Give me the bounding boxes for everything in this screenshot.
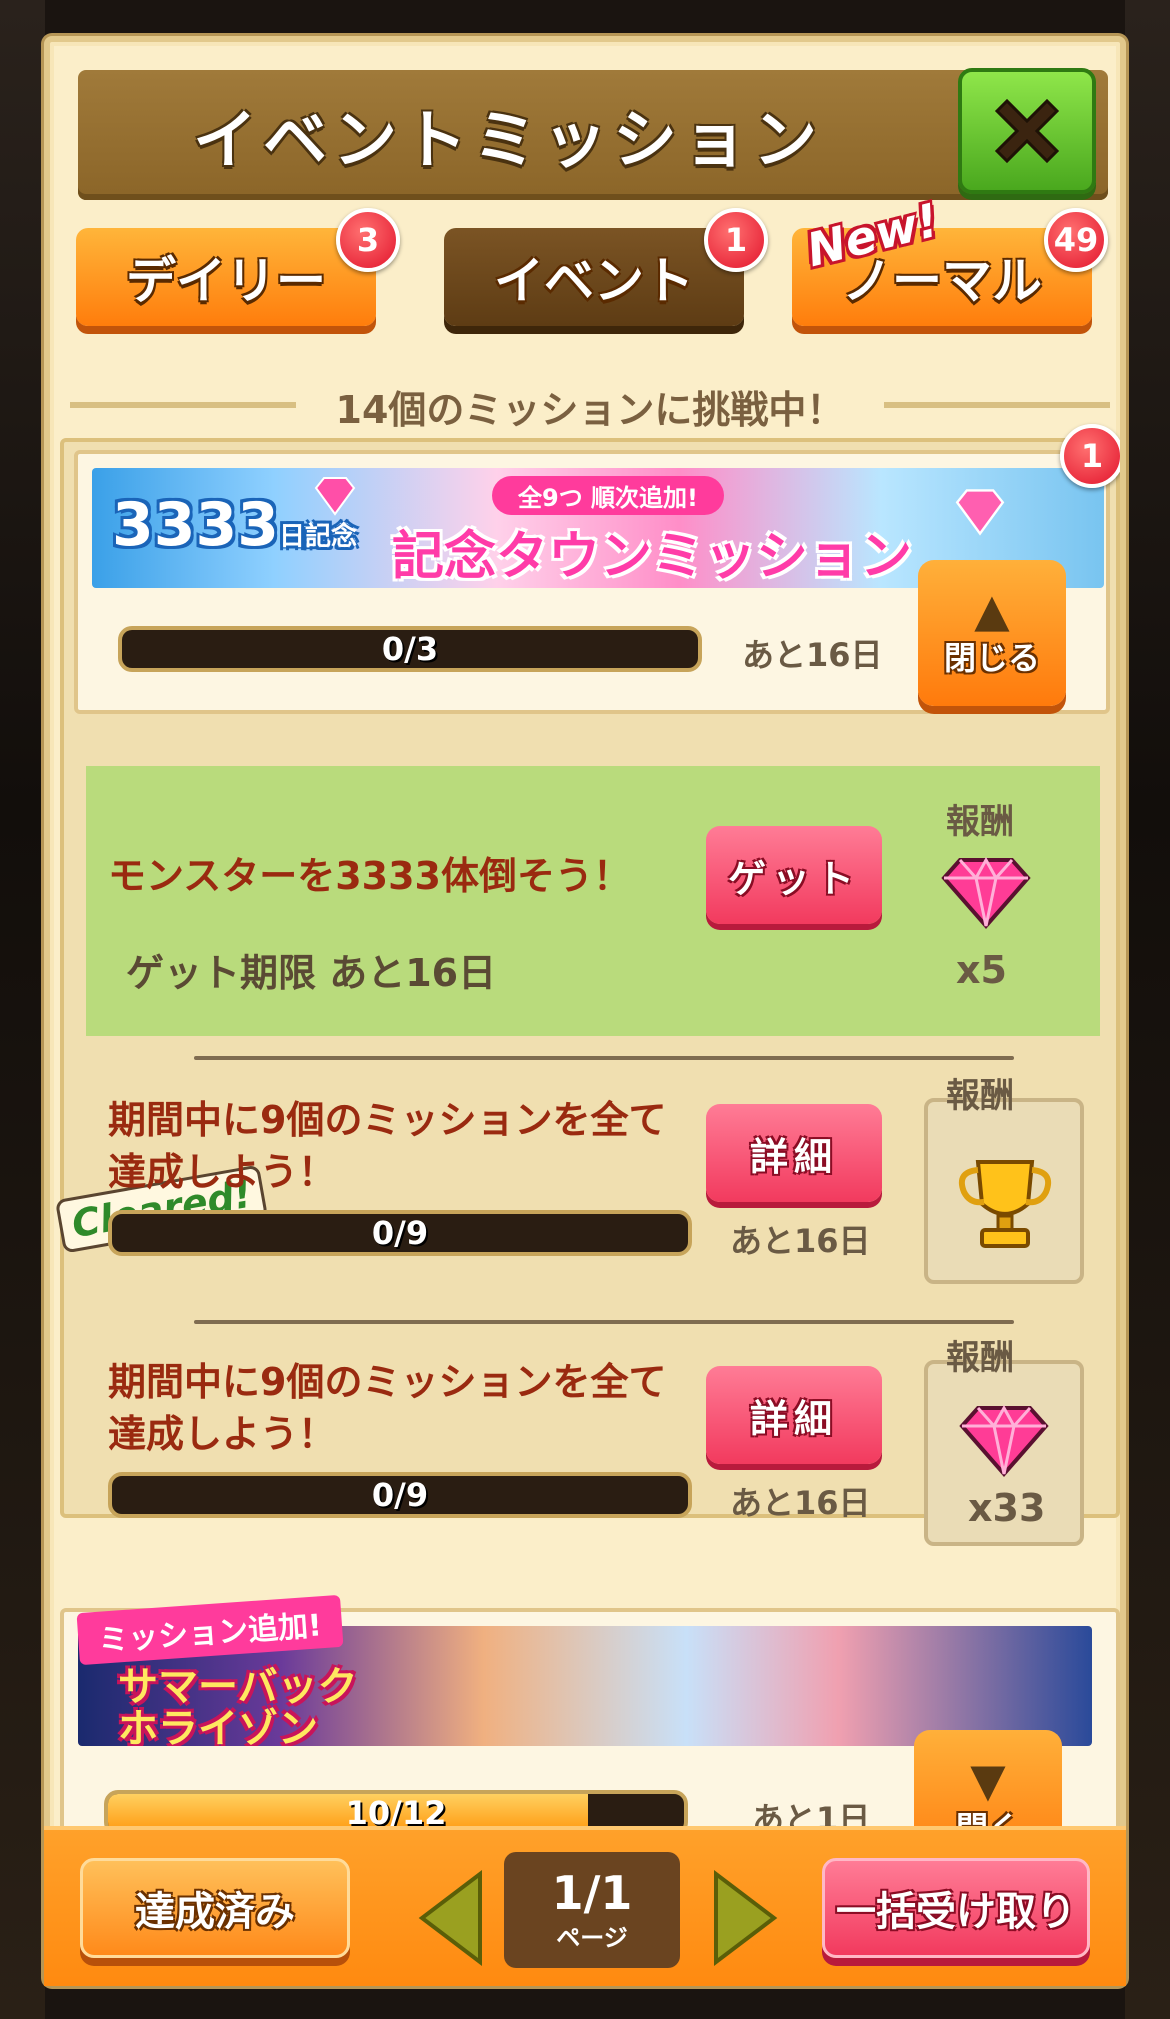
reward-box[interactable]: x33 [924,1360,1084,1546]
banner-tag: 全9つ 順次追加! [492,476,724,515]
mission-title-line2: 達成しよう！ [108,1412,337,1456]
mission-row: 期間中に9個のミッションを全て 達成しよう！ 詳細 0/9 あと16日 x33 … [86,1330,1100,1560]
progress-text: 0/3 [381,630,439,668]
tab-daily-badge: 3 [336,208,400,272]
bottom-bar: 達成済み 1/1 ページ 一括受け取り [44,1826,1126,1986]
remaining-time: あと16日 [742,636,883,674]
summary-text: 14個のミッションに挑戦中！ [295,378,885,434]
summary-ribbon: 14個のミッションに挑戦中！ [70,368,1110,444]
mission-title-line1: 期間中に9個のミッションを全て [108,1360,667,1404]
mission-deadline: ゲット期限 あと16日 [126,951,497,995]
mission-title-line2: 達成しよう！ [108,1150,337,1194]
progress-text: 0/9 [371,1476,429,1514]
page-title: イベントミッション [193,104,823,178]
gem-icon [959,1404,1049,1478]
background-left [0,0,45,2019]
reward-label: 報酬 [946,1076,1014,1116]
gem-icon [941,856,1031,930]
page-label: ページ [556,1923,628,1952]
tab-event-badge: 1 [704,208,768,272]
details-button[interactable]: 詳細 [706,1366,882,1464]
mission-row: 期間中に9個のミッションを全て 達成しよう！ 詳細 0/9 あと16日 報酬 [86,1068,1100,1308]
mission-panel: イベントミッション デイリー 3 イベント 1 ノーマル New! 49 14個… [44,36,1126,1986]
banner-title: 記念タウンミッション [392,527,913,587]
tab-daily[interactable]: デイリー [76,228,376,326]
event-card-anniversary: 3333日記念 全9つ 順次追加! 記念タウンミッション 0/3 あと16日 ▲… [54,424,1120,1546]
tab-daily-label: デイリー [126,252,326,310]
collapse-button[interactable]: ▲ 閉じる [918,560,1066,706]
collect-all-label: 一括受け取り [836,1889,1076,1935]
banner-title-line2: ホライゾン [118,1706,318,1746]
completed-button[interactable]: 達成済み [80,1858,350,1958]
gem-icon [955,489,1005,536]
close-icon [994,98,1060,164]
mission-title: 期間中に9個のミッションを全て 達成しよう！ [108,1356,666,1460]
mission-title-line1: 期間中に9個のミッションを全て [108,1098,667,1142]
collapse-label: 閉じる [943,639,1040,677]
banner-title: サマーバック ホライゾン [118,1666,358,1746]
trophy-icon [958,1160,1052,1248]
tab-normal-badge: 49 [1044,208,1108,272]
collect-all-button[interactable]: 一括受け取り [822,1858,1090,1958]
remaining-time: あと16日 [730,1222,871,1260]
tab-event-label: イベント [494,252,694,310]
background-right [1125,0,1170,2019]
gem-icon [314,477,356,516]
triangle-up-icon: ▲ [974,583,1010,637]
divider [194,1320,1014,1324]
triangle-down-icon: ▼ [970,1753,1006,1807]
mission-row-cleared: 報酬 モンスターを3333体倒そう！ ゲット期限 あと16日 ゲット x5 [86,766,1100,1036]
progress-text: 0/9 [371,1214,429,1252]
details-label: 詳細 [749,1134,838,1179]
details-label: 詳細 [749,1396,838,1441]
reward-label: 報酬 [946,1338,1014,1378]
prev-page-icon[interactable] [416,1870,486,1966]
reward-label: 報酬 [946,802,1014,842]
banner-logo-number: 3333 [112,490,279,560]
title-bar: イベントミッション [78,70,1108,200]
get-reward-label: ゲット [727,856,860,901]
mission-title: モンスターを3333体倒そう！ [108,854,632,898]
banner-title-line1: サマーバック [118,1664,358,1710]
mission-progress-bar: 0/9 [108,1472,692,1518]
divider [194,1056,1014,1060]
reward-quantity: x5 [956,948,1007,992]
details-button[interactable]: 詳細 [706,1104,882,1202]
page-indicator: 1/1 ページ [504,1852,680,1968]
tab-event[interactable]: イベント [444,228,744,326]
mission-progress-bar: 0/9 [108,1210,692,1256]
close-button[interactable] [958,68,1096,194]
event-card-header: 3333日記念 全9つ 順次追加! 記念タウンミッション 0/3 あと16日 ▲… [74,450,1110,714]
banner-logo-suffix: 日記念 [279,522,358,552]
page-number: 1/1 [551,1865,633,1920]
mission-title: 期間中に9個のミッションを全て 達成しよう！ [108,1094,666,1198]
event-progress-bar: 0/3 [118,626,702,672]
next-page-icon[interactable] [710,1870,780,1966]
get-reward-button[interactable]: ゲット [706,826,882,924]
reward-box[interactable] [924,1098,1084,1284]
event-badge: 1 [1060,424,1120,488]
remaining-time: あと16日 [730,1484,871,1522]
reward-quantity: x33 [968,1486,1046,1530]
completed-label: 達成済み [135,1889,295,1935]
